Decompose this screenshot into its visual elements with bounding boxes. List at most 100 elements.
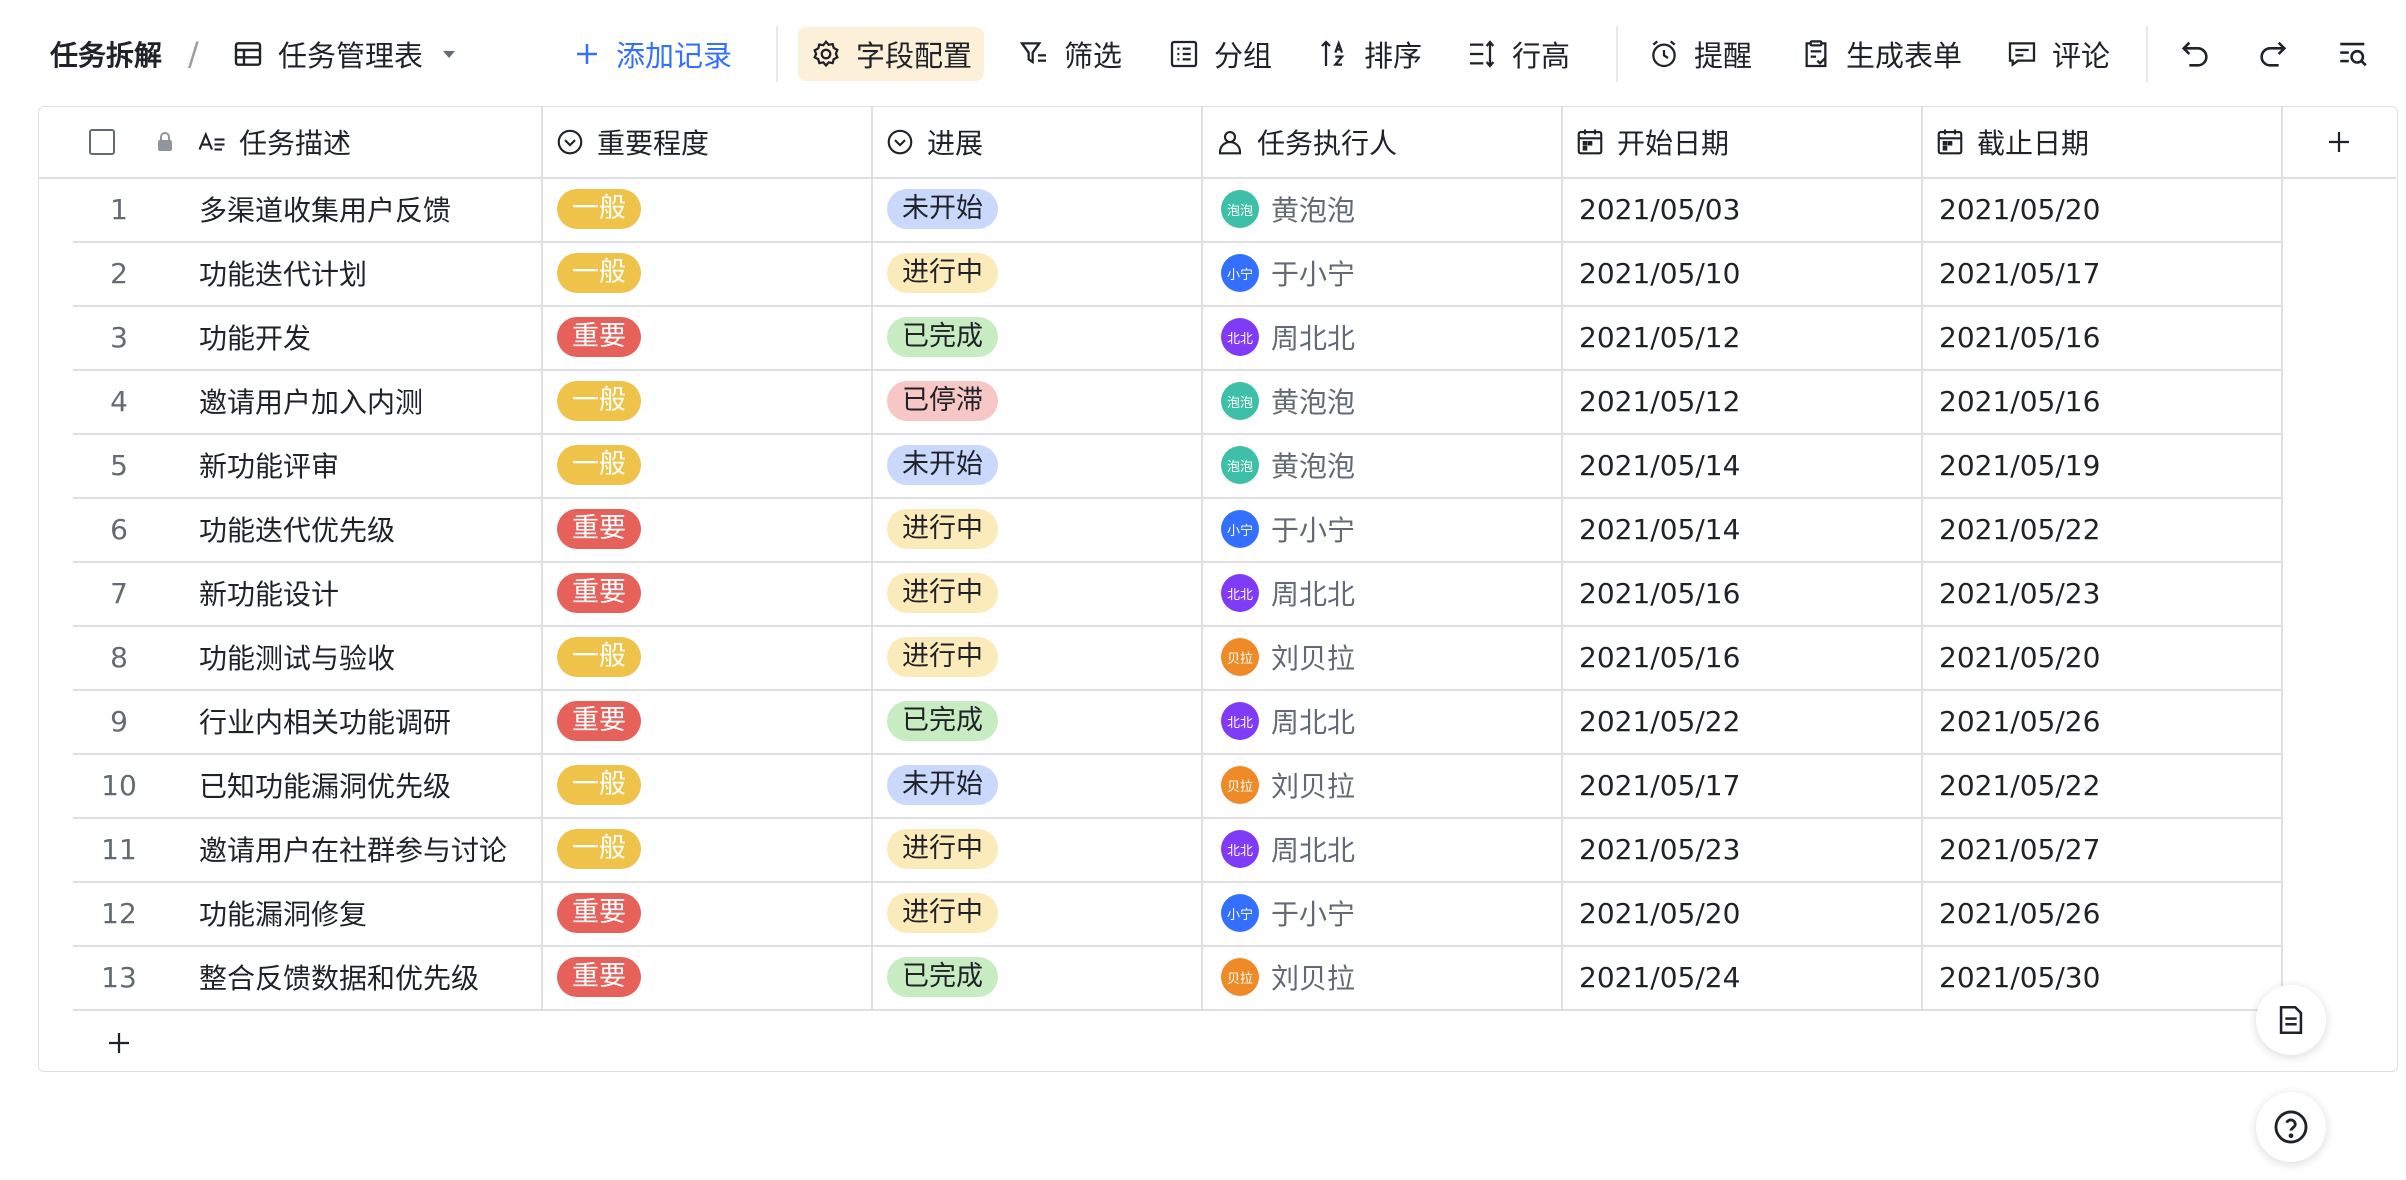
status-cell[interactable]: 进行中 bbox=[887, 625, 1197, 689]
start-date-cell[interactable]: 2021/05/24 bbox=[1579, 945, 1919, 1009]
comment-button[interactable]: 评论 bbox=[2006, 29, 2110, 79]
task-cell[interactable]: 已知功能漏洞优先级 bbox=[199, 753, 539, 817]
priority-cell[interactable]: 一般 bbox=[557, 241, 867, 305]
status-cell[interactable]: 未开始 bbox=[887, 177, 1197, 241]
task-cell[interactable]: 功能迭代优先级 bbox=[199, 497, 539, 561]
owner-cell[interactable]: 贝拉 刘贝拉 bbox=[1221, 753, 1561, 817]
end-date-cell[interactable]: 2021/05/23 bbox=[1939, 561, 2279, 625]
task-cell[interactable]: 功能测试与验收 bbox=[199, 625, 539, 689]
priority-cell[interactable]: 一般 bbox=[557, 177, 867, 241]
owner-cell[interactable]: 泡泡 黄泡泡 bbox=[1221, 177, 1561, 241]
priority-cell[interactable]: 一般 bbox=[557, 369, 867, 433]
add-column-button[interactable] bbox=[2281, 107, 2397, 177]
table-row[interactable]: 3 功能开发 重要 已完成 北北 周北北 2021/05/12 2021/05/1… bbox=[39, 305, 2281, 369]
table-row[interactable]: 7 新功能设计 重要 进行中 北北 周北北 2021/05/16 2021/05/… bbox=[39, 561, 2281, 625]
end-date-cell[interactable]: 2021/05/26 bbox=[1939, 689, 2279, 753]
task-cell[interactable]: 功能开发 bbox=[199, 305, 539, 369]
table-row[interactable]: 1 多渠道收集用户反馈 一般 未开始 泡泡 黄泡泡 2021/05/03 2021… bbox=[39, 177, 2281, 241]
add-row-button[interactable] bbox=[89, 1013, 149, 1073]
start-date-cell[interactable]: 2021/05/22 bbox=[1579, 689, 1919, 753]
start-date-cell[interactable]: 2021/05/10 bbox=[1579, 241, 1919, 305]
table-row[interactable]: 4 邀请用户加入内测 一般 已停滞 泡泡 黄泡泡 2021/05/12 2021/… bbox=[39, 369, 2281, 433]
table-row[interactable]: 2 功能迭代计划 一般 进行中 小宁 于小宁 2021/05/10 2021/05… bbox=[39, 241, 2281, 305]
status-cell[interactable]: 未开始 bbox=[887, 433, 1197, 497]
owner-cell[interactable]: 北北 周北北 bbox=[1221, 561, 1561, 625]
start-date-cell[interactable]: 2021/05/03 bbox=[1579, 177, 1919, 241]
task-cell[interactable]: 邀请用户加入内测 bbox=[199, 369, 539, 433]
end-date-cell[interactable]: 2021/05/16 bbox=[1939, 369, 2279, 433]
priority-cell[interactable]: 重要 bbox=[557, 305, 867, 369]
table-row[interactable]: 9 行业内相关功能调研 重要 已完成 北北 周北北 2021/05/22 2021… bbox=[39, 689, 2281, 753]
column-header-priority[interactable]: 重要程度 bbox=[555, 107, 875, 177]
owner-cell[interactable]: 贝拉 刘贝拉 bbox=[1221, 945, 1561, 1009]
generate-form-button[interactable]: 生成表单 bbox=[1800, 29, 1962, 79]
column-header-owner[interactable]: 任务执行人 bbox=[1215, 107, 1565, 177]
status-cell[interactable]: 进行中 bbox=[887, 497, 1197, 561]
status-cell[interactable]: 进行中 bbox=[887, 241, 1197, 305]
table-row[interactable]: 5 新功能评审 一般 未开始 泡泡 黄泡泡 2021/05/14 2021/05/… bbox=[39, 433, 2281, 497]
owner-cell[interactable]: 北北 周北北 bbox=[1221, 689, 1561, 753]
end-date-cell[interactable]: 2021/05/26 bbox=[1939, 881, 2279, 945]
task-cell[interactable]: 邀请用户在社群参与讨论 bbox=[199, 817, 539, 881]
add-record-button[interactable]: 添加记录 bbox=[572, 29, 732, 79]
status-cell[interactable]: 进行中 bbox=[887, 561, 1197, 625]
start-date-cell[interactable]: 2021/05/14 bbox=[1579, 497, 1919, 561]
reminder-button[interactable]: 提醒 bbox=[1648, 29, 1752, 79]
end-date-cell[interactable]: 2021/05/17 bbox=[1939, 241, 2279, 305]
task-cell[interactable]: 新功能评审 bbox=[199, 433, 539, 497]
task-cell[interactable]: 整合反馈数据和优先级 bbox=[199, 945, 539, 1009]
priority-cell[interactable]: 重要 bbox=[557, 561, 867, 625]
status-cell[interactable]: 已停滞 bbox=[887, 369, 1197, 433]
start-date-cell[interactable]: 2021/05/12 bbox=[1579, 305, 1919, 369]
priority-cell[interactable]: 重要 bbox=[557, 881, 867, 945]
priority-cell[interactable]: 重要 bbox=[557, 689, 867, 753]
filter-button[interactable]: 筛选 bbox=[1018, 29, 1122, 79]
end-date-cell[interactable]: 2021/05/16 bbox=[1939, 305, 2279, 369]
group-button[interactable]: 分组 bbox=[1168, 29, 1272, 79]
owner-cell[interactable]: 小宁 于小宁 bbox=[1221, 241, 1561, 305]
field-config-button[interactable]: 字段配置 bbox=[798, 27, 985, 81]
priority-cell[interactable]: 一般 bbox=[557, 625, 867, 689]
start-date-cell[interactable]: 2021/05/16 bbox=[1579, 561, 1919, 625]
status-cell[interactable]: 已完成 bbox=[887, 305, 1197, 369]
start-date-cell[interactable]: 2021/05/12 bbox=[1579, 369, 1919, 433]
start-date-cell[interactable]: 2021/05/16 bbox=[1579, 625, 1919, 689]
end-date-cell[interactable]: 2021/05/20 bbox=[1939, 177, 2279, 241]
table-row[interactable]: 6 功能迭代优先级 重要 进行中 小宁 于小宁 2021/05/14 2021/0… bbox=[39, 497, 2281, 561]
end-date-cell[interactable]: 2021/05/22 bbox=[1939, 497, 2279, 561]
document-float-button[interactable] bbox=[2256, 985, 2326, 1055]
end-date-cell[interactable]: 2021/05/20 bbox=[1939, 625, 2279, 689]
sort-button[interactable]: 排序 bbox=[1318, 29, 1422, 79]
column-header-end-date[interactable]: 截止日期 bbox=[1935, 107, 2285, 177]
status-cell[interactable]: 已完成 bbox=[887, 689, 1197, 753]
task-cell[interactable]: 功能漏洞修复 bbox=[199, 881, 539, 945]
priority-cell[interactable]: 重要 bbox=[557, 945, 867, 1009]
select-all-checkbox[interactable] bbox=[89, 107, 129, 177]
status-cell[interactable]: 已完成 bbox=[887, 945, 1197, 1009]
status-cell[interactable]: 未开始 bbox=[887, 753, 1197, 817]
help-float-button[interactable] bbox=[2256, 1092, 2326, 1162]
status-cell[interactable]: 进行中 bbox=[887, 881, 1197, 945]
owner-cell[interactable]: 小宁 于小宁 bbox=[1221, 497, 1561, 561]
priority-cell[interactable]: 一般 bbox=[557, 817, 867, 881]
task-cell[interactable]: 多渠道收集用户反馈 bbox=[199, 177, 539, 241]
end-date-cell[interactable]: 2021/05/22 bbox=[1939, 753, 2279, 817]
owner-cell[interactable]: 北北 周北北 bbox=[1221, 305, 1561, 369]
task-cell[interactable]: 功能迭代计划 bbox=[199, 241, 539, 305]
table-row[interactable]: 12 功能漏洞修复 重要 进行中 小宁 于小宁 2021/05/20 2021/0… bbox=[39, 881, 2281, 945]
priority-cell[interactable]: 重要 bbox=[557, 497, 867, 561]
view-selector[interactable]: 任务管理表 bbox=[232, 29, 459, 79]
owner-cell[interactable]: 泡泡 黄泡泡 bbox=[1221, 369, 1561, 433]
undo-button[interactable] bbox=[2178, 29, 2212, 79]
table-row[interactable]: 10 已知功能漏洞优先级 一般 未开始 贝拉 刘贝拉 2021/05/17 202… bbox=[39, 753, 2281, 817]
end-date-cell[interactable]: 2021/05/19 bbox=[1939, 433, 2279, 497]
table-row[interactable]: 13 整合反馈数据和优先级 重要 已完成 贝拉 刘贝拉 2021/05/24 20… bbox=[39, 945, 2281, 1009]
table-row[interactable]: 8 功能测试与验收 一般 进行中 贝拉 刘贝拉 2021/05/16 2021/0… bbox=[39, 625, 2281, 689]
owner-cell[interactable]: 北北 周北北 bbox=[1221, 817, 1561, 881]
search-records-button[interactable] bbox=[2336, 29, 2370, 79]
column-header-task[interactable]: 任务描述 bbox=[197, 107, 567, 177]
start-date-cell[interactable]: 2021/05/23 bbox=[1579, 817, 1919, 881]
start-date-cell[interactable]: 2021/05/17 bbox=[1579, 753, 1919, 817]
base-title[interactable]: 任务拆解 bbox=[50, 29, 162, 79]
task-cell[interactable]: 行业内相关功能调研 bbox=[199, 689, 539, 753]
